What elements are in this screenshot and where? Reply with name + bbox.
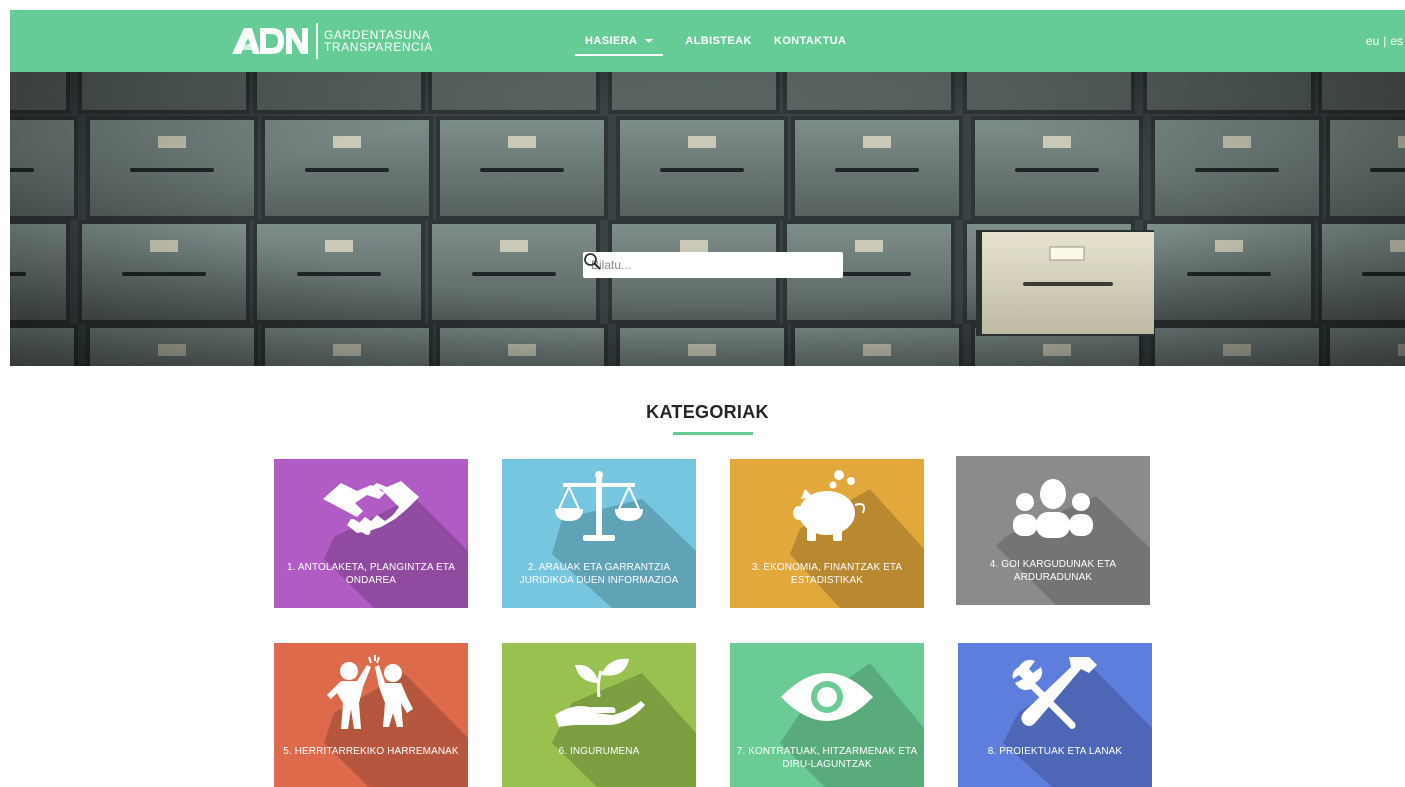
category-label-8: 8. PROIEKTUAK ETA LANAK (987, 746, 1123, 757)
category-tile-8[interactable]: 8. PROIEKTUAK ETA LANAK (958, 643, 1152, 787)
handshake-icon (323, 481, 419, 535)
logo-line-2: TRANSPARENCIA (324, 40, 433, 54)
category-tile-5[interactable]: 5. HERRITARREKIKO HARREMANAK (274, 643, 468, 787)
category-tile-4[interactable]: 4. GOI KARGUDUNAK ETA ARDURADUNAK (956, 456, 1150, 605)
category-tile-1[interactable]: 1. ANTOLAKETA, PLANGINTZA ETA ONDAREA (274, 459, 468, 608)
category-tile-6[interactable]: 6. INGURUMENA (502, 643, 696, 787)
language-switcher: eu | es (1364, 10, 1405, 72)
nav-kontaktua-label: KONTAKTUA (773, 35, 847, 47)
search-box (583, 252, 843, 278)
category-label-3: 3. EKONOMIA, FINANTZAK ETA ESTADISTIKAK (751, 562, 903, 586)
category-label-2: 2. ARAUAK ETA GARRANTZIA JURIDIKOA DUEN … (519, 562, 679, 586)
search-input[interactable] (583, 253, 811, 277)
nav-kontaktua[interactable]: KONTAKTUA (774, 10, 846, 72)
category-label-1: 1. ANTOLAKETA, PLANGINTZA ETA ONDAREA (287, 562, 455, 586)
scales-icon (555, 471, 643, 541)
category-label-4: 4. GOI KARGUDUNAK ETA ARDURADUNAK (989, 559, 1117, 583)
page: GARDENTASUNA TRANSPARENCIA HASIERA ALBIS… (10, 10, 1405, 787)
piggy-bank-icon (793, 470, 865, 541)
lang-es-link[interactable]: es (1390, 34, 1403, 48)
category-label-5: 5. HERRITARREKIKO HARREMANAK (283, 746, 459, 757)
chevron-down-icon (645, 39, 654, 43)
lang-separator: | (1383, 34, 1387, 48)
logo-text: GARDENTASUNA TRANSPARENCIA (324, 29, 433, 53)
hero-banner (10, 72, 1405, 366)
logo-divider (316, 23, 318, 59)
category-label-6: 6. INGURUMENA (558, 746, 640, 757)
eye-icon (781, 673, 873, 721)
categories-title-underline (673, 432, 753, 435)
filing-cabinet-image (10, 72, 1405, 366)
people-icon (1013, 479, 1093, 538)
lang-eu-link[interactable]: eu (1366, 34, 1379, 48)
categories-title: KATEGORIAK (646, 402, 769, 422)
plant-hand-icon (555, 658, 645, 727)
site-logo[interactable]: GARDENTASUNA TRANSPARENCIA (230, 20, 433, 62)
category-tile-2[interactable]: 2. ARAUAK ETA GARRANTZIA JURIDIKOA DUEN … (502, 459, 696, 608)
nav-albisteak[interactable]: ALBISTEAK (685, 10, 752, 72)
logo-mark-icon (232, 28, 308, 54)
top-navbar: GARDENTASUNA TRANSPARENCIA HASIERA ALBIS… (10, 10, 1405, 72)
nav-hasiera[interactable]: HASIERA (575, 10, 664, 72)
high-five-icon (327, 655, 413, 729)
search-icon[interactable] (583, 252, 601, 270)
nav-hasiera-label: HASIERA (585, 35, 638, 47)
nav-albisteak-label: ALBISTEAK (685, 35, 752, 47)
category-tile-3[interactable]: 3. EKONOMIA, FINANTZAK ETA ESTADISTIKAK (730, 459, 924, 608)
main-nav: HASIERA ALBISTEAK KONTAKTUA (575, 10, 868, 72)
category-label-7: 7. KONTRATUAK, HITZARMENAK ETA DIRU-LAGU… (736, 746, 918, 770)
category-tile-7[interactable]: 7. KONTRATUAK, HITZARMENAK ETA DIRU-LAGU… (730, 643, 924, 787)
tools-icon (1012, 657, 1097, 729)
